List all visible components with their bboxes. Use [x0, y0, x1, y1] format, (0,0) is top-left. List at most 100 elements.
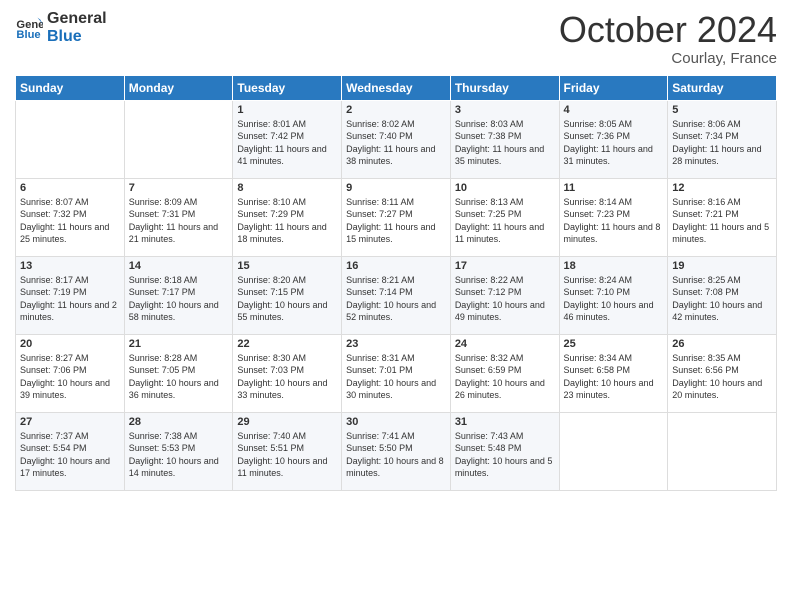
day-cell: 31 Sunrise: 7:43 AM Sunset: 5:48 PM Dayli…: [450, 412, 559, 490]
day-cell: 7 Sunrise: 8:09 AM Sunset: 7:31 PM Daylig…: [124, 178, 233, 256]
day-info: Sunrise: 8:01 AM Sunset: 7:42 PM Dayligh…: [237, 118, 337, 168]
day-info: Sunrise: 8:07 AM Sunset: 7:32 PM Dayligh…: [20, 196, 120, 246]
day-number: 12: [672, 182, 772, 194]
logo-icon: General Blue: [15, 14, 43, 42]
header-friday: Friday: [559, 75, 668, 100]
day-cell: [16, 100, 125, 178]
day-info: Sunrise: 8:20 AM Sunset: 7:15 PM Dayligh…: [237, 274, 337, 324]
week-row-5: 27Sunrise: 7:37 AM Sunset: 5:54 PM Dayli…: [16, 412, 777, 490]
header: General Blue General Blue October 2024 C…: [15, 10, 777, 67]
week-row-2: 6 Sunrise: 8:07 AM Sunset: 7:32 PM Daylig…: [16, 178, 777, 256]
day-info: Sunrise: 8:03 AM Sunset: 7:38 PM Dayligh…: [455, 118, 555, 168]
day-number: 25: [564, 338, 664, 350]
header-sunday: Sunday: [16, 75, 125, 100]
day-cell: 5 Sunrise: 8:06 AM Sunset: 7:34 PM Daylig…: [668, 100, 777, 178]
day-number: 21: [129, 338, 229, 350]
day-info: Sunrise: 8:10 AM Sunset: 7:29 PM Dayligh…: [237, 196, 337, 246]
day-info: Sunrise: 8:06 AM Sunset: 7:34 PM Dayligh…: [672, 118, 772, 168]
day-info: Sunrise: 8:13 AM Sunset: 7:25 PM Dayligh…: [455, 196, 555, 246]
location: Courlay, France: [559, 50, 777, 67]
day-number: 11: [564, 182, 664, 194]
day-info: Sunrise: 8:09 AM Sunset: 7:31 PM Dayligh…: [129, 196, 229, 246]
page: General Blue General Blue October 2024 C…: [0, 0, 792, 612]
day-info: Sunrise: 7:43 AM Sunset: 5:48 PM Dayligh…: [455, 430, 555, 480]
day-cell: 10Sunrise: 8:13 AM Sunset: 7:25 PM Dayli…: [450, 178, 559, 256]
day-info: Sunrise: 8:17 AM Sunset: 7:19 PM Dayligh…: [20, 274, 120, 324]
day-cell: 23 Sunrise: 8:31 AM Sunset: 7:01 PM Dayli…: [342, 334, 451, 412]
day-number: 19: [672, 260, 772, 272]
day-cell: 2Sunrise: 8:02 AM Sunset: 7:40 PM Daylig…: [342, 100, 451, 178]
day-number: 31: [455, 416, 555, 428]
day-cell: 27Sunrise: 7:37 AM Sunset: 5:54 PM Dayli…: [16, 412, 125, 490]
day-info: Sunrise: 8:14 AM Sunset: 7:23 PM Dayligh…: [564, 196, 664, 246]
day-info: Sunrise: 8:34 AM Sunset: 6:58 PM Dayligh…: [564, 352, 664, 402]
calendar: Sunday Monday Tuesday Wednesday Thursday…: [15, 75, 777, 491]
day-number: 14: [129, 260, 229, 272]
week-row-4: 20 Sunrise: 8:27 AM Sunset: 7:06 PM Dayli…: [16, 334, 777, 412]
day-info: Sunrise: 8:28 AM Sunset: 7:05 PM Dayligh…: [129, 352, 229, 402]
day-number: 7: [129, 182, 229, 194]
day-number: 16: [346, 260, 446, 272]
day-info: Sunrise: 7:38 AM Sunset: 5:53 PM Dayligh…: [129, 430, 229, 480]
day-number: 27: [20, 416, 120, 428]
day-number: 9: [346, 182, 446, 194]
day-info: Sunrise: 8:25 AM Sunset: 7:08 PM Dayligh…: [672, 274, 772, 324]
day-number: 17: [455, 260, 555, 272]
title-block: October 2024 Courlay, France: [559, 10, 777, 67]
day-number: 24: [455, 338, 555, 350]
logo: General Blue General Blue: [15, 10, 107, 45]
day-cell: [668, 412, 777, 490]
day-cell: 25 Sunrise: 8:34 AM Sunset: 6:58 PM Dayli…: [559, 334, 668, 412]
weekday-header-row: Sunday Monday Tuesday Wednesday Thursday…: [16, 75, 777, 100]
header-monday: Monday: [124, 75, 233, 100]
day-cell: 15 Sunrise: 8:20 AM Sunset: 7:15 PM Dayli…: [233, 256, 342, 334]
day-info: Sunrise: 8:16 AM Sunset: 7:21 PM Dayligh…: [672, 196, 772, 246]
day-cell: [124, 100, 233, 178]
day-cell: 19 Sunrise: 8:25 AM Sunset: 7:08 PM Dayli…: [668, 256, 777, 334]
day-cell: 12 Sunrise: 8:16 AM Sunset: 7:21 PM Dayli…: [668, 178, 777, 256]
day-cell: 8 Sunrise: 8:10 AM Sunset: 7:29 PM Daylig…: [233, 178, 342, 256]
day-number: 6: [20, 182, 120, 194]
header-saturday: Saturday: [668, 75, 777, 100]
day-number: 1: [237, 104, 337, 116]
day-cell: 6 Sunrise: 8:07 AM Sunset: 7:32 PM Daylig…: [16, 178, 125, 256]
header-thursday: Thursday: [450, 75, 559, 100]
day-cell: 13 Sunrise: 8:17 AM Sunset: 7:19 PM Dayli…: [16, 256, 125, 334]
header-tuesday: Tuesday: [233, 75, 342, 100]
day-cell: 24 Sunrise: 8:32 AM Sunset: 6:59 PM Dayli…: [450, 334, 559, 412]
day-info: Sunrise: 8:30 AM Sunset: 7:03 PM Dayligh…: [237, 352, 337, 402]
day-info: Sunrise: 7:41 AM Sunset: 5:50 PM Dayligh…: [346, 430, 446, 480]
day-cell: 17Sunrise: 8:22 AM Sunset: 7:12 PM Dayli…: [450, 256, 559, 334]
day-number: 29: [237, 416, 337, 428]
day-cell: 22 Sunrise: 8:30 AM Sunset: 7:03 PM Dayli…: [233, 334, 342, 412]
day-cell: 14 Sunrise: 8:18 AM Sunset: 7:17 PM Dayli…: [124, 256, 233, 334]
day-number: 8: [237, 182, 337, 194]
day-cell: 21 Sunrise: 8:28 AM Sunset: 7:05 PM Dayli…: [124, 334, 233, 412]
day-number: 15: [237, 260, 337, 272]
day-cell: 30Sunrise: 7:41 AM Sunset: 5:50 PM Dayli…: [342, 412, 451, 490]
day-number: 18: [564, 260, 664, 272]
day-info: Sunrise: 8:32 AM Sunset: 6:59 PM Dayligh…: [455, 352, 555, 402]
day-number: 2: [346, 104, 446, 116]
day-info: Sunrise: 8:27 AM Sunset: 7:06 PM Dayligh…: [20, 352, 120, 402]
day-number: 5: [672, 104, 772, 116]
day-cell: 1 Sunrise: 8:01 AM Sunset: 7:42 PM Daylig…: [233, 100, 342, 178]
day-cell: 20 Sunrise: 8:27 AM Sunset: 7:06 PM Dayli…: [16, 334, 125, 412]
day-number: 20: [20, 338, 120, 350]
day-cell: 3Sunrise: 8:03 AM Sunset: 7:38 PM Daylig…: [450, 100, 559, 178]
day-cell: 18 Sunrise: 8:24 AM Sunset: 7:10 PM Dayli…: [559, 256, 668, 334]
day-cell: 11 Sunrise: 8:14 AM Sunset: 7:23 PM Dayli…: [559, 178, 668, 256]
day-number: 22: [237, 338, 337, 350]
day-number: 13: [20, 260, 120, 272]
day-info: Sunrise: 8:31 AM Sunset: 7:01 PM Dayligh…: [346, 352, 446, 402]
day-cell: 16 Sunrise: 8:21 AM Sunset: 7:14 PM Dayli…: [342, 256, 451, 334]
day-info: Sunrise: 7:40 AM Sunset: 5:51 PM Dayligh…: [237, 430, 337, 480]
day-number: 4: [564, 104, 664, 116]
day-number: 28: [129, 416, 229, 428]
day-cell: 9Sunrise: 8:11 AM Sunset: 7:27 PM Daylig…: [342, 178, 451, 256]
day-number: 23: [346, 338, 446, 350]
day-info: Sunrise: 8:24 AM Sunset: 7:10 PM Dayligh…: [564, 274, 664, 324]
day-info: Sunrise: 8:21 AM Sunset: 7:14 PM Dayligh…: [346, 274, 446, 324]
day-cell: [559, 412, 668, 490]
day-info: Sunrise: 8:18 AM Sunset: 7:17 PM Dayligh…: [129, 274, 229, 324]
